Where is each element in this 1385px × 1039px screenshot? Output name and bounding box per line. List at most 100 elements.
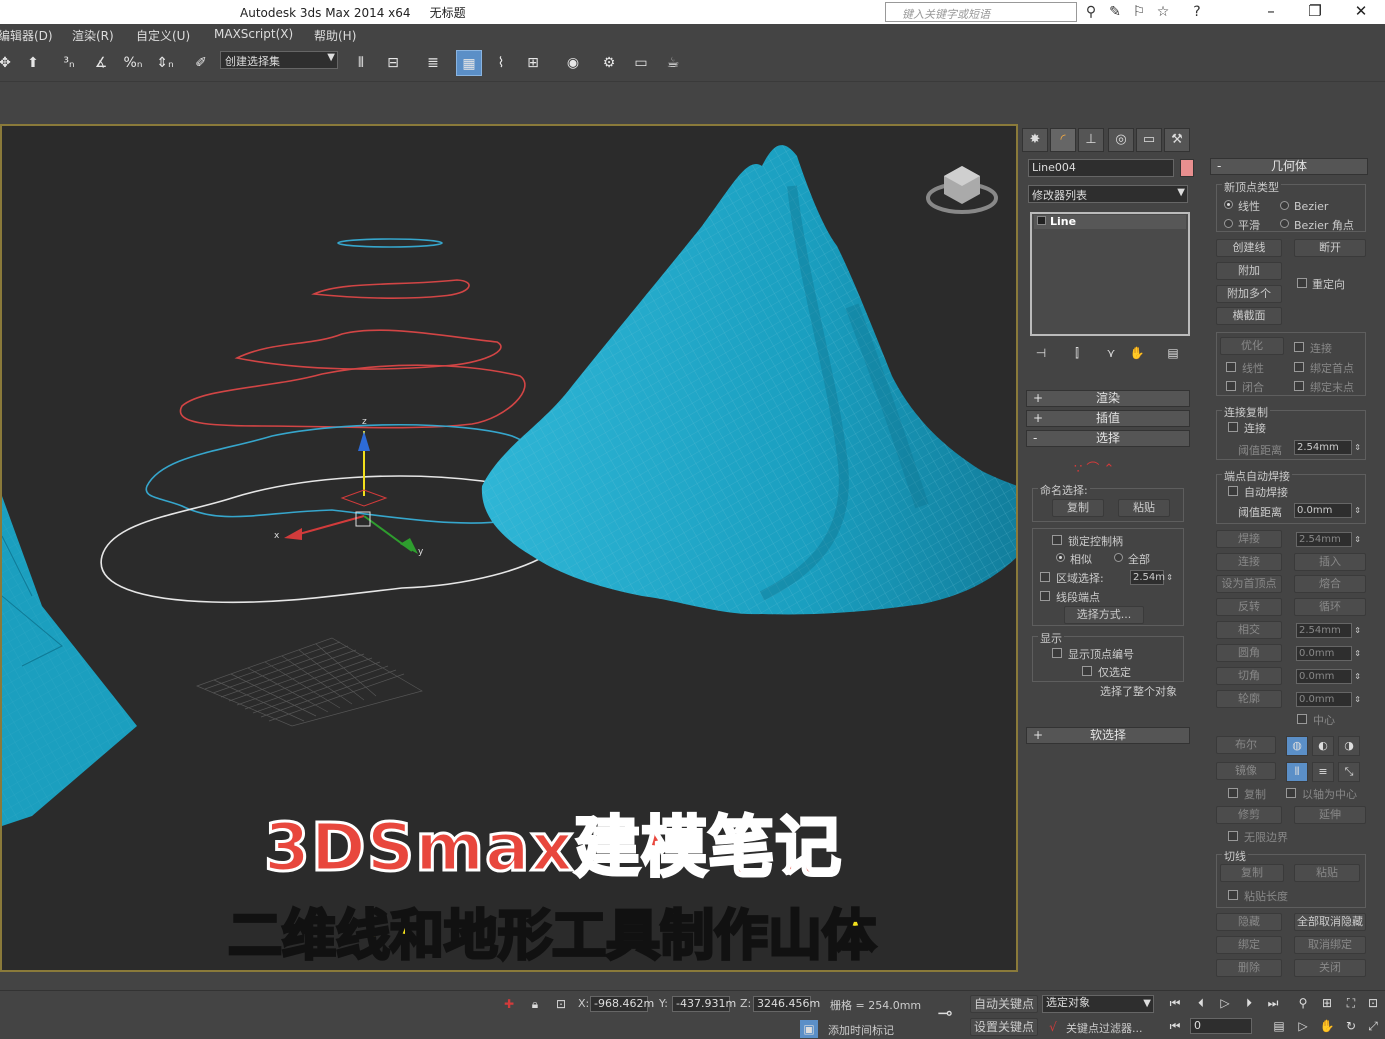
segment-end-checkbox[interactable]	[1040, 591, 1050, 601]
terrain-mountain-mesh[interactable]	[481, 145, 1018, 615]
pin-stack-icon[interactable]: ⊣	[1032, 344, 1050, 362]
refine-linear-checkbox[interactable]	[1226, 362, 1236, 372]
show-end-result-icon[interactable]: ⫿	[1068, 344, 1086, 362]
weld-threshold-spinner[interactable]: 0.0mm ⇕	[1294, 503, 1361, 518]
auto-key-button[interactable]: 自动关键点	[970, 995, 1038, 1013]
alike-radio[interactable]	[1056, 553, 1065, 562]
attach-multiple-button[interactable]: 附加多个	[1216, 285, 1282, 303]
refine-button[interactable]: 优化	[1220, 337, 1284, 355]
unhide-all-button[interactable]: 全部取消隐藏	[1294, 913, 1366, 931]
menu-maxscript[interactable]: MAXScript(X)	[214, 27, 293, 41]
transform-gizmo[interactable]: z x y	[274, 417, 424, 557]
reference-coord-icon[interactable]: ⬆	[20, 50, 46, 76]
tab-create[interactable]: ✸	[1022, 128, 1048, 152]
current-frame-field[interactable]: 0	[1190, 1018, 1252, 1034]
field-of-view-icon[interactable]: ▷	[1294, 1017, 1312, 1035]
rollout-geometry[interactable]: - 几何体	[1210, 158, 1368, 175]
key-filters-button[interactable]: 关键点过滤器...	[1066, 1020, 1143, 1036]
left-mountain-mesh[interactable]	[2, 496, 137, 826]
paste-length-checkbox[interactable]	[1228, 890, 1238, 900]
rollout-render[interactable]: + 渲染	[1026, 390, 1190, 407]
tab-motion[interactable]: ◎	[1108, 128, 1134, 152]
render-setup-icon[interactable]: ⚙	[596, 50, 622, 76]
zoom-all-icon[interactable]: ⊞	[1318, 994, 1336, 1012]
outline-spinner[interactable]: 0.0mm ⇕	[1296, 692, 1361, 707]
align-icon[interactable]: ⊟	[380, 50, 406, 76]
reverse-button[interactable]: 反转	[1216, 598, 1282, 616]
configure-sets-icon[interactable]: ▤	[1164, 344, 1182, 362]
mirror-copy-checkbox[interactable]	[1228, 788, 1238, 798]
close-button[interactable]: ✕	[1338, 0, 1384, 24]
tab-utilities[interactable]: ⚒	[1164, 128, 1190, 152]
scene-explorer-icon[interactable]: ▦	[456, 50, 482, 76]
center-checkbox[interactable]	[1297, 714, 1307, 724]
tab-modify[interactable]: ◜	[1050, 128, 1076, 152]
go-to-start-icon[interactable]: ⏮	[1166, 994, 1184, 1012]
selected-object-dropdown[interactable]: 选定对象 ▼	[1042, 995, 1154, 1013]
time-config-icon[interactable]: ▤	[1270, 1017, 1288, 1035]
vertex-bezier-radio[interactable]	[1280, 201, 1289, 210]
favorites-star-icon[interactable]: ☆	[1154, 3, 1172, 21]
add-time-tag[interactable]: 添加时间标记	[828, 1022, 894, 1038]
mirror-horizontal-icon[interactable]: ⫴	[1286, 762, 1308, 782]
attach-button[interactable]: 附加	[1216, 262, 1282, 280]
rendered-frame-icon[interactable]: ▭	[628, 50, 654, 76]
insert-button[interactable]: 插入	[1294, 553, 1366, 571]
select-by-button[interactable]: 选择方式...	[1064, 606, 1144, 624]
help-icon[interactable]: ?	[1188, 3, 1206, 21]
angle-snap-icon[interactable]: ∡	[88, 50, 114, 76]
edit-named-selection-icon[interactable]: ✐	[188, 50, 214, 76]
cross-insert-spinner[interactable]: 2.54mm ⇕	[1296, 623, 1361, 638]
named-copy-button[interactable]: 复制	[1052, 499, 1104, 517]
fuse-button[interactable]: 熔合	[1294, 575, 1366, 593]
percent-snap-icon[interactable]: %ₙ	[120, 50, 146, 76]
y-coordinate-field[interactable]: -437.931m	[672, 996, 736, 1012]
make-first-button[interactable]: 设为首顶点	[1216, 575, 1282, 593]
break-button[interactable]: 断开	[1294, 239, 1366, 257]
unbind-button[interactable]: 取消绑定	[1294, 936, 1366, 954]
menu-help[interactable]: 帮助(H)	[314, 27, 356, 44]
help-search-input[interactable]: 键入关键字或短语	[885, 2, 1077, 22]
extend-button[interactable]: 延伸	[1294, 806, 1366, 824]
named-paste-button[interactable]: 粘贴	[1118, 499, 1170, 517]
outline-button[interactable]: 轮廓	[1216, 690, 1282, 708]
hide-button[interactable]: 隐藏	[1216, 913, 1282, 931]
refine-connect-checkbox[interactable]	[1294, 342, 1304, 352]
material-editor-icon[interactable]: ◉	[560, 50, 586, 76]
make-unique-icon[interactable]: ⋎	[1102, 344, 1120, 362]
mirror-button[interactable]: 镜像	[1216, 762, 1276, 780]
stack-item-line[interactable]: Line	[1034, 215, 1186, 229]
subobject-level-icons[interactable]: ∵ ⌒ ⌃	[1074, 458, 1114, 477]
bind-last-checkbox[interactable]	[1294, 381, 1304, 391]
connect-button[interactable]: 连接	[1216, 553, 1282, 571]
next-frame-icon[interactable]: ⏵	[1240, 994, 1258, 1012]
tangent-paste-button[interactable]: 粘贴	[1294, 864, 1360, 882]
x-coordinate-field[interactable]: -968.462m	[590, 996, 654, 1012]
key-mode-icon[interactable]: ⊸	[936, 1005, 954, 1023]
vertex-linear-radio[interactable]	[1224, 200, 1233, 209]
boolean-button[interactable]: 布尔	[1216, 736, 1276, 754]
spline-red-2[interactable]	[234, 329, 502, 370]
mirror-icon[interactable]: ⫴	[348, 50, 374, 76]
go-to-end-icon[interactable]: ⏭	[1264, 994, 1282, 1012]
vertex-bezier-corner-radio[interactable]	[1280, 219, 1289, 228]
play-icon[interactable]: ▷	[1216, 994, 1234, 1012]
absolute-mode-icon[interactable]: ⊡	[552, 995, 570, 1013]
named-selection-set-dropdown[interactable]: 创建选择集 ▼	[220, 51, 338, 69]
spline-red-1[interactable]	[311, 279, 470, 299]
trim-button[interactable]: 修剪	[1216, 806, 1282, 824]
perspective-viewport[interactable]: z x y 3DSmax建模笔记 二维线和地形工具制作山体	[0, 124, 1018, 972]
key-icon[interactable]: ✎	[1106, 3, 1124, 21]
connect-threshold-spinner[interactable]: 2.54mm ⇕	[1294, 440, 1361, 455]
cross-insert-button[interactable]: 相交	[1216, 621, 1282, 639]
layer-manager-icon[interactable]: ≣	[420, 50, 446, 76]
menu-editors[interactable]: 编辑器(D)	[0, 27, 53, 44]
fillet-spinner[interactable]: 0.0mm ⇕	[1296, 646, 1361, 661]
move-icon[interactable]: ✥	[0, 50, 18, 76]
weld-button[interactable]: 焊接	[1216, 530, 1282, 548]
communication-icon[interactable]: ⚐	[1130, 3, 1148, 21]
curve-editor-icon[interactable]: ⌇	[488, 50, 514, 76]
menu-customize[interactable]: 自定义(U)	[136, 27, 190, 44]
tab-display[interactable]: ▭	[1136, 128, 1162, 152]
maximize-viewport-icon[interactable]: ⤢	[1364, 1017, 1382, 1035]
